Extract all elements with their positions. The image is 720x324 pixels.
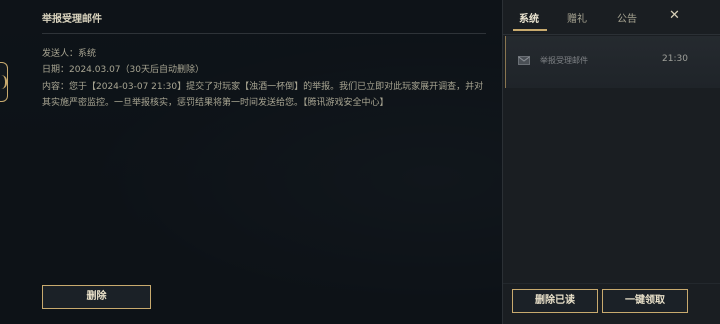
tab-gift[interactable]: 赠礼 [567, 10, 587, 25]
mail-icon [518, 56, 530, 65]
mail-sidebar: 系统 赠礼 公告 ✕ 举报受理邮件 21:30 删除已读 一键领取 [502, 0, 720, 324]
list-item[interactable]: 举报受理邮件 21:30 [505, 36, 720, 88]
active-tab-indicator [513, 29, 547, 31]
mail-tabs: 系统 赠礼 公告 ✕ [503, 0, 720, 34]
mail-item-time: 21:30 [662, 54, 688, 64]
footer-divider [503, 283, 720, 284]
claim-all-button[interactable]: 一键领取 [602, 289, 688, 313]
collapse-handle[interactable] [0, 62, 8, 102]
mail-sender: 发送人：系统 [42, 49, 97, 59]
delete-read-button[interactable]: 删除已读 [512, 289, 598, 313]
close-icon[interactable]: ✕ [669, 8, 680, 23]
mail-title: 举报受理邮件 [42, 14, 102, 25]
mail-item-title: 举报受理邮件 [540, 56, 588, 65]
mail-content: 内容：您于【2024-03-07 21:30】提交了对玩家【浊酒一杯倒】的举报。… [42, 82, 484, 108]
mail-date: 日期：2024.03.07（30天后自动删除） [42, 65, 204, 75]
title-divider [42, 33, 486, 34]
delete-button[interactable]: 删除 [42, 285, 151, 309]
tab-divider [503, 34, 720, 35]
tab-notice[interactable]: 公告 [617, 10, 637, 25]
mail-detail-panel: 举报受理邮件 发送人：系统 日期：2024.03.07（30天后自动删除） 内容… [0, 0, 502, 324]
tab-system[interactable]: 系统 [519, 10, 539, 25]
